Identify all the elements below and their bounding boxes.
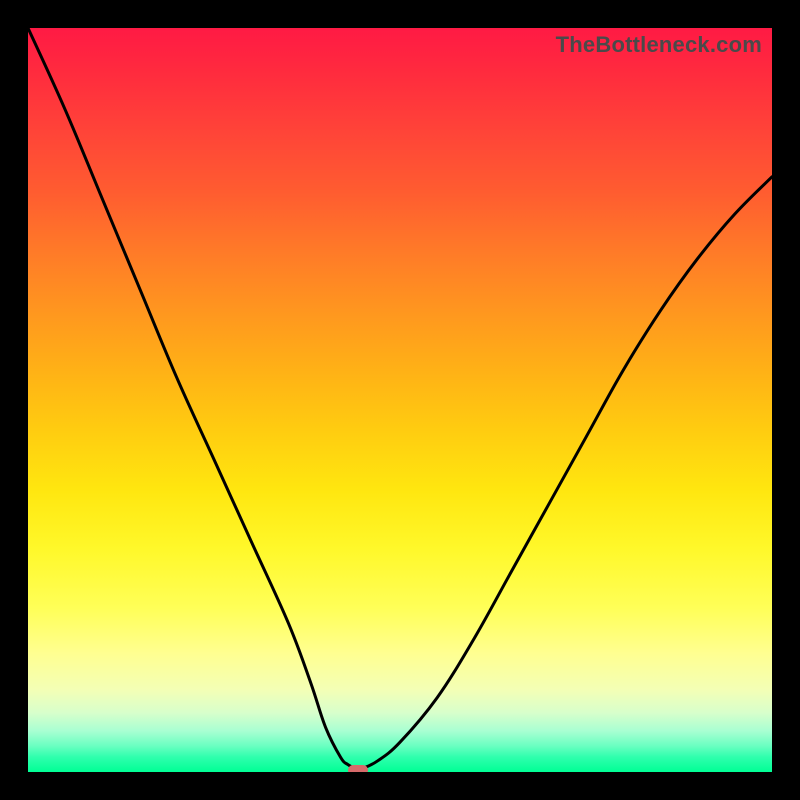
minimum-marker [348,765,368,772]
bottleneck-curve [28,28,772,772]
plot-area: TheBottleneck.com [28,28,772,772]
chart-container: TheBottleneck.com [0,0,800,800]
